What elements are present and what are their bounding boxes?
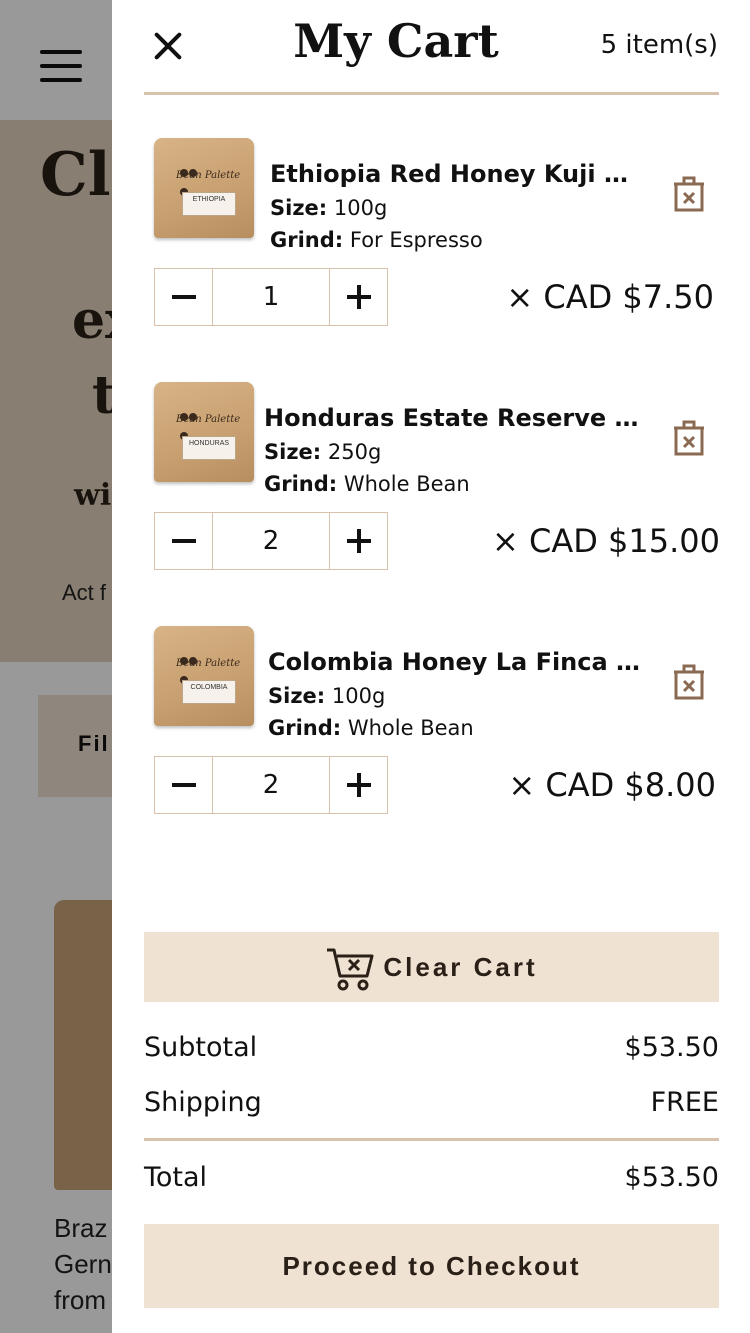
- clear-cart-label: Clear Cart: [383, 951, 538, 982]
- quantity-value[interactable]: 2: [212, 513, 330, 569]
- subtotal-label: Subtotal: [144, 1032, 258, 1063]
- plus-icon: [346, 773, 371, 797]
- total-row: Total $53.50: [144, 1162, 719, 1193]
- plus-icon: [346, 285, 371, 309]
- item-price: × CAD $15.00: [492, 522, 720, 560]
- cart-title: My Cart: [293, 14, 499, 68]
- increment-button[interactable]: [330, 269, 387, 325]
- product-thumbnail[interactable]: Bean Palette ETHIOPIA: [154, 138, 254, 238]
- quantity-stepper: 1: [154, 268, 388, 326]
- product-thumbnail[interactable]: Bean Palette COLOMBIA: [154, 626, 254, 726]
- divider: [144, 1138, 719, 1141]
- item-name[interactable]: Honduras Estate Reserve H...: [264, 404, 644, 432]
- item-price: × CAD $7.50: [506, 278, 714, 316]
- total-label: Total: [144, 1162, 208, 1193]
- total-value: $53.50: [624, 1162, 719, 1193]
- checkout-button[interactable]: Proceed to Checkout: [144, 1224, 719, 1308]
- trash-icon[interactable]: [672, 420, 706, 456]
- minus-icon: [171, 295, 196, 299]
- minus-icon: [171, 783, 196, 787]
- item-size: Size: 250g: [264, 440, 382, 464]
- decrement-button[interactable]: [155, 757, 212, 813]
- item-name[interactable]: Ethiopia Red Honey Kuji M...: [270, 160, 650, 188]
- plus-icon: [346, 529, 371, 553]
- divider: [144, 92, 719, 95]
- decrement-button[interactable]: [155, 513, 212, 569]
- cart-item: Bean Palette COLOMBIA Colombia Honey La …: [112, 622, 750, 842]
- item-count: 5 item(s): [600, 30, 718, 60]
- trash-icon[interactable]: [672, 176, 706, 212]
- item-grind: Grind: For Espresso: [270, 228, 483, 252]
- shipping-row: Shipping FREE: [144, 1087, 719, 1118]
- clear-cart-button[interactable]: Clear Cart: [144, 932, 719, 1002]
- cart-item: Bean Palette HONDURAS Honduras Estate Re…: [112, 378, 750, 598]
- item-grind: Grind: Whole Bean: [268, 716, 474, 740]
- cart-item: Bean Palette ETHIOPIA Ethiopia Red Honey…: [112, 134, 750, 354]
- shipping-label: Shipping: [144, 1087, 262, 1118]
- item-grind: Grind: Whole Bean: [264, 472, 470, 496]
- minus-icon: [171, 539, 196, 543]
- item-name[interactable]: Colombia Honey La Finca M...: [268, 648, 648, 676]
- shipping-value: FREE: [650, 1087, 719, 1118]
- item-size: Size: 100g: [268, 684, 386, 708]
- item-size: Size: 100g: [270, 196, 388, 220]
- trash-icon[interactable]: [672, 664, 706, 700]
- quantity-stepper: 2: [154, 512, 388, 570]
- increment-button[interactable]: [330, 513, 387, 569]
- quantity-value[interactable]: 2: [212, 757, 330, 813]
- quantity-value[interactable]: 1: [212, 269, 330, 325]
- subtotal-value: $53.50: [624, 1032, 719, 1063]
- quantity-stepper: 2: [154, 756, 388, 814]
- item-price: × CAD $8.00: [508, 766, 716, 804]
- cart-clear-icon: [327, 948, 374, 991]
- increment-button[interactable]: [330, 757, 387, 813]
- decrement-button[interactable]: [155, 269, 212, 325]
- product-thumbnail[interactable]: Bean Palette HONDURAS: [154, 382, 254, 482]
- cart-drawer: My Cart 5 item(s) Bean Palette ETHIOPIA …: [112, 0, 750, 1333]
- subtotal-row: Subtotal $53.50: [144, 1032, 719, 1063]
